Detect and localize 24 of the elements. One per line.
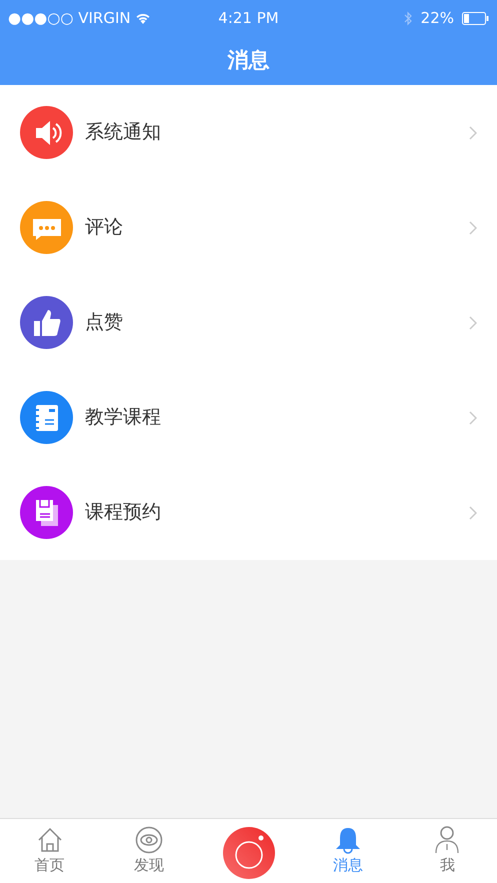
list-item[interactable]: 教学课程 xyxy=(0,370,497,465)
battery-text: 22% xyxy=(420,8,454,29)
list-item[interactable]: 系统通知 xyxy=(0,85,497,180)
battery-icon xyxy=(462,12,490,24)
clock-text: 4:21 PM xyxy=(218,8,279,29)
home-icon xyxy=(36,826,64,854)
list-item[interactable]: 点赞 xyxy=(0,275,497,370)
bell-icon xyxy=(334,826,362,854)
chevron-icon xyxy=(469,220,477,234)
page-title: 消息 xyxy=(228,46,270,74)
list-item[interactable]: 评论 xyxy=(0,180,497,275)
chevron-icon xyxy=(469,126,477,140)
person-icon xyxy=(433,826,462,854)
bluetooth-icon xyxy=(404,10,413,26)
chevron-icon xyxy=(469,410,477,424)
tab-item[interactable]: 我 xyxy=(398,819,497,883)
chevron-icon xyxy=(469,506,477,520)
carrier-text: ●●●○○ VIRGIN xyxy=(8,8,131,29)
list-item[interactable]: 课程预约 xyxy=(0,465,497,560)
wifi-icon xyxy=(134,12,151,24)
tab-item[interactable]: 发现 xyxy=(99,819,199,883)
tab-item[interactable]: 首页 xyxy=(0,819,100,883)
chevron-icon xyxy=(469,316,477,330)
eye-icon xyxy=(135,826,164,854)
